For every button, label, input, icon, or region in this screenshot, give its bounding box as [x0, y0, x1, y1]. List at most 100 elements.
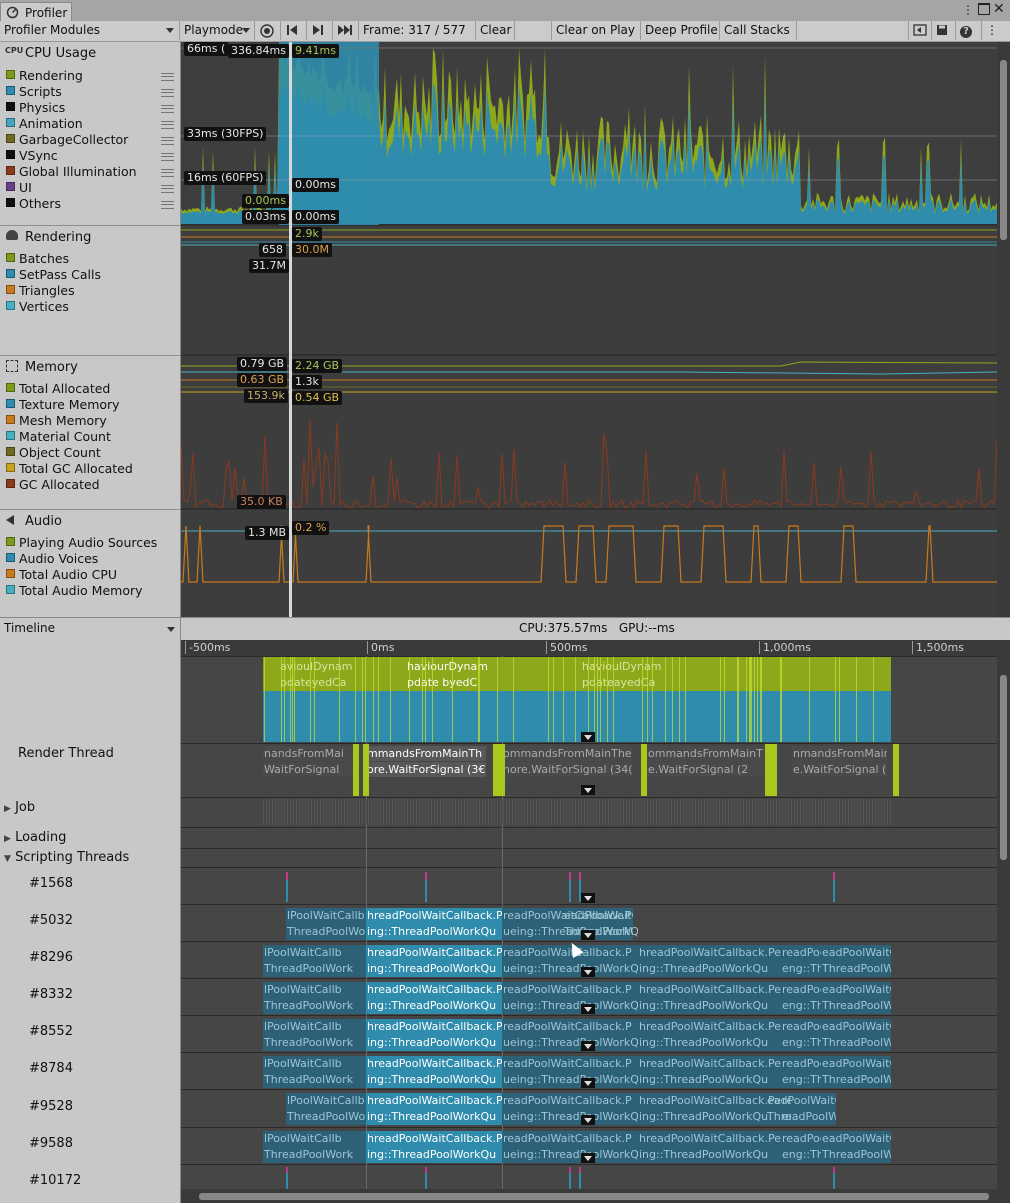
pool-callback-label[interactable]: readPoolWaitCallback.	[781, 1131, 821, 1146]
pool-callback-label[interactable]: hreadPoolWaitCallback.Pe	[638, 1056, 781, 1071]
main-block-label[interactable]: pdate byedC	[406, 675, 501, 690]
legend-item-scripts[interactable]: Scripts	[6, 84, 62, 99]
legend-item-gc-allocated[interactable]: GC Allocated	[6, 477, 100, 492]
pool-queue-label[interactable]: ueing::ThreadPoolWorkQu	[502, 1109, 638, 1124]
drag-handle-icon[interactable]	[161, 73, 174, 81]
expand-arrow-icon[interactable]	[581, 1078, 595, 1088]
drag-handle-icon[interactable]	[161, 185, 174, 193]
drag-handle-icon[interactable]	[161, 153, 174, 161]
pool-callback-label[interactable]: lPoolWaitCallb	[263, 982, 366, 997]
main-block-label[interactable]: haviourDynam	[406, 659, 501, 674]
pool-queue-label[interactable]: ThreadPoolWorkQ	[821, 1035, 891, 1050]
pool-callback-label[interactable]: hreadPoolWaitCallback.P	[366, 1019, 502, 1034]
legend-item-vsync[interactable]: VSync	[6, 148, 58, 163]
maximize-icon[interactable]	[978, 3, 990, 15]
render-block-label[interactable]: ommandsFromMainThe	[502, 746, 632, 761]
render-wait-label[interactable]: ore.WaitForSignal (3€	[366, 762, 486, 777]
pool-callback-label[interactable]: lPoolWaitCallb	[263, 1019, 366, 1034]
pool-queue-label[interactable]: ThreadPoolWorkQ	[821, 961, 891, 976]
drag-handle-icon[interactable]	[161, 121, 174, 129]
pool-callback-label[interactable]: eadPoolWaitCallback	[821, 982, 891, 997]
render-block-label[interactable]: nandsFromMai	[263, 746, 353, 761]
legend-item-physics[interactable]: Physics	[6, 100, 65, 115]
legend-item-batches[interactable]: Batches	[6, 251, 69, 266]
profiler-tab[interactable]: Profiler	[0, 2, 72, 22]
more-menu-icon[interactable]: ⋮	[962, 3, 974, 17]
track-render-thread[interactable]: Render Thread	[18, 746, 114, 761]
pool-queue-label[interactable]: eng::ThreadPoolWorkQu	[781, 1035, 821, 1050]
pool-queue-label[interactable]: eng::ThreadPoolWorkQu	[781, 1072, 821, 1087]
legend-item-texture-memory[interactable]: Texture Memory	[6, 397, 120, 412]
track-thread-8552[interactable]: #8552	[29, 1024, 73, 1039]
pool-queue-label[interactable]: ueing::ThreadPoolWorkQu	[502, 961, 638, 976]
timeline-horizontal-scrollbar[interactable]	[181, 1189, 997, 1203]
track-scripting-threads[interactable]: ▼ Scripting Threads	[4, 850, 129, 865]
expand-arrow-icon[interactable]	[581, 1041, 595, 1051]
track-thread-9528[interactable]: #9528	[29, 1099, 73, 1114]
expand-arrow-icon[interactable]	[581, 1153, 595, 1163]
pool-queue-label[interactable]: ThreadPoolWorkQ	[821, 1072, 891, 1087]
render-block-label[interactable]: mmandsFromMainTh	[366, 746, 486, 761]
pool-callback-label[interactable]: hreadPoolWaitCallback.Pe	[638, 1131, 781, 1146]
render-wait-label[interactable]: WaitForSignal	[263, 762, 353, 777]
track-thread-1568[interactable]: #1568	[29, 876, 73, 891]
pool-queue-label[interactable]: ing::ThreadPoolWorkQu	[638, 1109, 781, 1124]
charts-scrollbar[interactable]	[997, 42, 1010, 617]
close-icon[interactable]: ✕	[993, 1, 1005, 17]
expand-arrow-icon[interactable]	[581, 785, 595, 795]
first-frame-button[interactable]	[281, 21, 307, 40]
profiler-modules-dropdown[interactable]: Profiler Modules	[0, 21, 180, 40]
scrollbar-thumb[interactable]	[1000, 60, 1007, 240]
pool-queue-label[interactable]: ThreadPoolWork	[263, 998, 366, 1013]
render-wait-label[interactable]: hore.WaitForSignal (34(	[502, 762, 632, 777]
scrollbar-thumb[interactable]	[199, 1193, 989, 1200]
pool-queue-label[interactable]: ThreadPoolWork	[286, 1109, 366, 1124]
legend-item-triangles[interactable]: Triangles	[6, 283, 75, 298]
pool-queue-label[interactable]: eng::ThreadPoolWorkQu	[781, 961, 821, 976]
pool-callback-label[interactable]: eadPoolWaitCallback	[821, 1056, 891, 1071]
audio-module[interactable]: Audio Playing Audio Sources Audio Voices T…	[0, 509, 180, 617]
pool-callback-label[interactable]: eadPoolWaitCallback	[821, 1019, 891, 1034]
pool-queue-label[interactable]: ing::ThreadPoolWorkQu	[366, 1072, 502, 1087]
pool-queue-label[interactable]: ing::ThreadPoolWorkQu	[366, 961, 502, 976]
pool-callback-label[interactable]: hreadPoolWaitCallback.P	[366, 908, 502, 923]
pool-queue-label[interactable]: ueing::ThreadPoolWorkQu	[502, 1072, 638, 1087]
playmode-dropdown[interactable]: Playmode	[180, 21, 255, 40]
pool-queue-label[interactable]: eng::ThreadPoolWorkQu	[781, 1147, 821, 1162]
pool-callback-label[interactable]: lPoolWaitCallb	[286, 1093, 366, 1108]
deep-profile-button[interactable]: Deep Profile	[641, 21, 720, 40]
track-thread-5032[interactable]: #5032	[29, 913, 73, 928]
next-frame-button[interactable]	[307, 21, 333, 40]
cpu-usage-module[interactable]: CPU CPU Usage Rendering Scripts Physics Ani…	[0, 42, 180, 226]
drag-handle-icon[interactable]	[161, 105, 174, 113]
expand-arrow-icon[interactable]	[581, 967, 595, 977]
track-job[interactable]: ▶ Job	[4, 800, 35, 815]
clear-button[interactable]: Clear	[476, 21, 515, 40]
pool-callback-label[interactable]: readPoolWaitCallback.P	[502, 1056, 638, 1071]
pool-callback-label[interactable]: eadPoolWaitCallback	[766, 1093, 836, 1108]
pool-queue-label[interactable]: ing::ThreadPoolWorkQu	[638, 998, 781, 1013]
pool-callback-label[interactable]: readPoolWaitCallback.	[781, 1019, 821, 1034]
pool-queue-label[interactable]: ing::ThreadPoolWorkQu	[366, 1147, 502, 1162]
pool-queue-label[interactable]: ThreadPoolWork	[263, 961, 366, 976]
pool-queue-label[interactable]: ing::ThreadPoolWorkQu	[366, 1035, 502, 1050]
track-loading[interactable]: ▶ Loading	[4, 830, 66, 845]
rendering-module[interactable]: Rendering Batches SetPass Calls Triangles V…	[0, 225, 180, 356]
render-block-label[interactable]: ommandsFromMainT	[647, 746, 767, 761]
pool-callback-label[interactable]: readPoolWaitCallback.P	[502, 982, 638, 997]
render-wait-label[interactable]: e.WaitForSignal (	[792, 762, 887, 777]
legend-item-total-audio-memory[interactable]: Total Audio Memory	[6, 583, 143, 598]
pool-queue-label[interactable]: ing::ThreadPoolWorkQu	[638, 961, 781, 976]
load-button[interactable]	[908, 21, 932, 40]
pool-queue-label[interactable]: ing::ThreadPoolWorkQu	[366, 924, 502, 939]
pool-queue-label[interactable]: eng::ThreadPoolWorkQu	[781, 998, 821, 1013]
timeline-ruler[interactable]: -500ms 0ms 500ms 1,000ms 1,500ms	[181, 640, 997, 657]
save-button[interactable]	[932, 21, 956, 40]
legend-item-garbagecollector[interactable]: GarbageCollector	[6, 132, 128, 147]
pool-callback-label[interactable]: readPoolWaitCallback.	[781, 982, 821, 997]
pool-queue-label[interactable]: ing::ThreadPoolWorkQu	[638, 1035, 781, 1050]
pool-queue-label[interactable]: ueing::ThreadPoolWorkQu	[502, 998, 638, 1013]
call-stacks-button[interactable]: Call Stacks	[720, 21, 797, 40]
legend-item-others[interactable]: Others	[6, 196, 61, 211]
toolbar-menu-button[interactable]: ⋮	[982, 21, 1010, 40]
